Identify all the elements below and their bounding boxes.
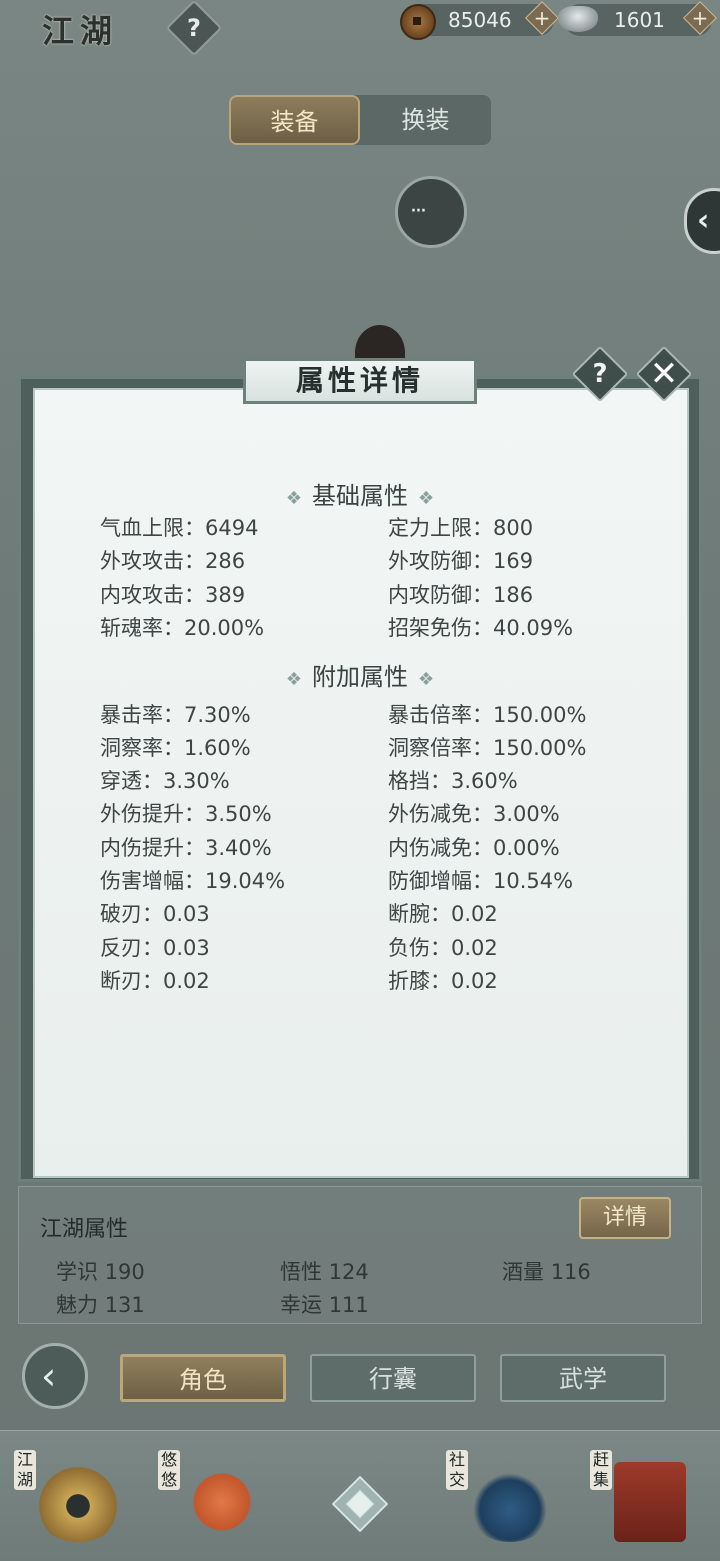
jianghu-stat: 悟性 124 [280, 1256, 369, 1286]
swallow-icon [176, 1462, 268, 1542]
stat-label: 悟性 [280, 1260, 322, 1284]
nav-label: 社交 [446, 1450, 468, 1490]
jianghu-stat: 学识 190 [56, 1256, 145, 1286]
stat-label: 酒量 [502, 1260, 544, 1284]
page-title: 江湖 [42, 12, 119, 50]
stat-value: 内伤提升：3.40% [100, 836, 272, 860]
nav-label: 悠悠 [158, 1450, 180, 1490]
chat-bubble-icon: ··· [410, 199, 427, 224]
tab-martial-arts[interactable]: 武学 [500, 1354, 666, 1402]
chevron-left-icon: ‹ [697, 203, 710, 238]
help-button[interactable]: ? [165, 0, 223, 57]
nav-market[interactable]: 赶集 [590, 1450, 700, 1550]
question-icon: ? [187, 14, 201, 42]
stat-value: 穿透：3.30% [100, 769, 230, 793]
copper-coin-icon [400, 4, 436, 40]
stat-value: 内伤减免：0.00% [388, 836, 560, 860]
stat-label: 幸运 [280, 1293, 322, 1317]
stat-value: 格挡：3.60% [388, 769, 518, 793]
nav-jianghu[interactable]: 江湖 [14, 1450, 124, 1550]
stat-value: 气血上限：6494 [100, 516, 259, 540]
nav-label: 江湖 [14, 1450, 36, 1490]
detail-button[interactable]: 详情 [579, 1197, 671, 1239]
stat-value: 折膝：0.02 [388, 969, 498, 993]
chevron-left-icon: ‹ [41, 1354, 57, 1398]
section-title-extra: ❖ 附加属性 ❖ [0, 657, 720, 692]
ornament-icon: ❖ [418, 669, 435, 690]
plus-icon: + [691, 6, 709, 30]
chat-button[interactable]: ··· [395, 176, 467, 248]
jianghu-stat: 魅力 131 [56, 1289, 145, 1319]
stat-number: 111 [328, 1293, 369, 1317]
section-title-basic: ❖ 基础属性 ❖ [0, 476, 720, 511]
nav-social[interactable]: 社交 [446, 1450, 556, 1550]
tab-character[interactable]: 角色 [120, 1354, 286, 1402]
copper-amount: 85046 [448, 8, 512, 32]
stat-value: 定力上限：800 [388, 516, 534, 540]
stat-value: 内攻攻击：389 [100, 583, 246, 607]
jianghu-stat: 幸运 111 [280, 1289, 369, 1319]
merchant-cart-icon [614, 1462, 686, 1542]
stat-value: 外伤提升：3.50% [100, 802, 272, 826]
stat-label: 魅力 [56, 1293, 98, 1317]
back-button[interactable]: ‹ [22, 1343, 88, 1409]
stat-value: 内攻防御：186 [388, 583, 534, 607]
section-title-text: 基础属性 [312, 482, 408, 510]
stat-label: 学识 [56, 1260, 98, 1284]
stat-number: 131 [104, 1293, 145, 1317]
tab-equip[interactable]: 装备 [229, 95, 360, 145]
plus-icon: + [533, 6, 551, 30]
section-title-text: 附加属性 [312, 663, 408, 691]
stat-value: 外伤减免：3.00% [388, 802, 560, 826]
top-bar: 江湖 ? 85046 + 1601 + [0, 0, 720, 60]
stat-value: 破刃：0.03 [100, 902, 210, 926]
stat-value: 斩魂率：20.00% [100, 616, 265, 640]
straw-hat-icon [32, 1462, 124, 1542]
stat-value: 外攻攻击：286 [100, 549, 246, 573]
modal-title: 属性详情 [243, 358, 477, 404]
stat-value: 招架免伤：40.09% [388, 616, 574, 640]
stat-value: 暴击倍率：150.00% [388, 703, 587, 727]
stat-number: 116 [550, 1260, 591, 1284]
jianghu-stat: 酒量 116 [502, 1256, 591, 1286]
ornament-icon: ❖ [418, 488, 435, 509]
compass-star-icon[interactable] [318, 1462, 402, 1546]
stat-number: 124 [328, 1260, 369, 1284]
silver-ingot-icon [558, 6, 598, 32]
stat-value: 反刃：0.03 [100, 936, 210, 960]
stat-number: 190 [104, 1260, 145, 1284]
stat-value: 暴击率：7.30% [100, 703, 251, 727]
stat-value: 负伤：0.02 [388, 936, 498, 960]
equip-tabs: 装备 换装 [229, 95, 491, 145]
ornament-icon: ❖ [285, 488, 302, 509]
ornament-icon: ❖ [285, 669, 302, 690]
stat-value: 防御增幅：10.54% [388, 869, 574, 893]
nav-youyou[interactable]: 悠悠 [158, 1450, 268, 1550]
silver-amount: 1601 [614, 8, 665, 32]
stat-value: 伤害增幅：19.04% [100, 869, 286, 893]
stat-value: 洞察率：1.60% [100, 736, 251, 760]
tab-outfit[interactable]: 换装 [360, 95, 491, 145]
jianghu-attributes-title: 江湖属性 [40, 1217, 129, 1242]
wave-icon [464, 1462, 556, 1542]
stat-value: 断腕：0.02 [388, 902, 498, 926]
nav-label: 赶集 [590, 1450, 612, 1490]
stat-value: 外攻防御：169 [388, 549, 534, 573]
stat-value: 断刃：0.02 [100, 969, 210, 993]
question-icon: ? [592, 359, 608, 389]
close-icon: ✕ [649, 354, 679, 394]
stat-value: 洞察倍率：150.00% [388, 736, 587, 760]
tab-inventory[interactable]: 行囊 [310, 1354, 476, 1402]
